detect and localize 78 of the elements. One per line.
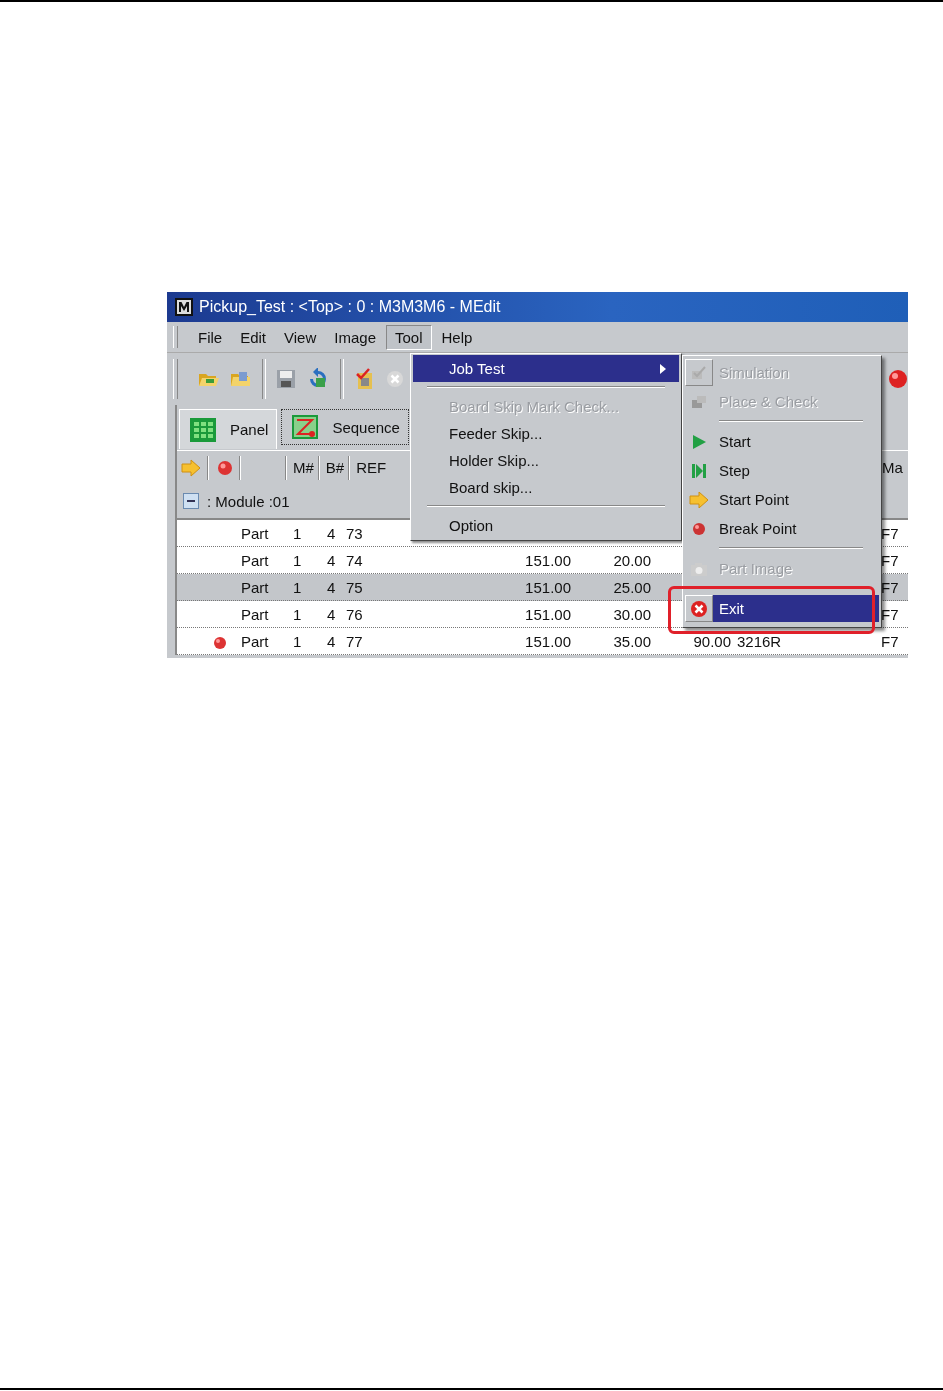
table-cell-text: 4 [327,578,337,596]
menu-item[interactable]: Start [685,427,879,456]
table-cell: 151.00 [525,578,571,596]
window-title: Pickup_Test : <Top> : 0 : M3M3M6 - MEdit [199,298,501,316]
exit-icon [690,599,708,618]
place-icon [690,393,708,410]
menu-item[interactable]: Help [433,325,481,349]
menu-item[interactable]: File [190,325,231,349]
step-icon [690,462,708,479]
camera-icon [690,560,708,577]
table-cell-text: 1 [293,632,303,650]
table-cell-text: 76 [346,605,364,623]
tab[interactable]: Panel [179,409,278,449]
table-cell: 35.00 [613,632,651,650]
folder-icon[interactable] [230,369,252,389]
break-point-icon [691,520,707,537]
submenu-arrow-icon [659,363,667,374]
table-cell: 25.00 [613,578,651,596]
app-logo-icon [175,298,193,316]
menu-item[interactable]: Board skip... [413,474,679,501]
group-label: : Module :01 [207,492,290,510]
tab[interactable]: Sequence [281,409,409,445]
table-cell: 3216R [737,632,782,650]
table-cell-text: Part [241,524,270,542]
menu-item[interactable]: Step [685,456,879,485]
column-header: B# [324,459,346,476]
column-header: M# [292,459,315,476]
menu-item[interactable]: Holder Skip... [413,447,679,474]
arrow-icon [181,458,201,477]
menu-item[interactable]: Break Point [685,514,879,543]
break-point-icon [213,636,227,650]
menu-item[interactable]: Image [326,325,384,349]
table-cell-text: 4 [327,524,337,542]
table-cell: 20.00 [613,551,651,569]
table-cell-text: F7 [881,632,900,650]
table-cell-text: 77 [346,632,364,650]
sequence-icon [292,415,319,439]
table-cell-text: F7 [881,551,900,569]
menu-item[interactable]: Start Point [685,485,879,514]
collapse-icon[interactable] [183,493,199,509]
break-point-icon [217,459,233,476]
break-point-icon[interactable] [888,369,908,389]
table-cell-text: 1 [293,551,303,569]
table-cell-text: Part [241,632,270,650]
close-icon[interactable] [386,370,404,388]
table-cell: 151.00 [525,605,571,623]
table-cell-text: 4 [327,632,337,650]
table-row[interactable]: Part 1 4 77 151.00 35.00 90.00 3216R F7 [177,628,908,655]
menu-item[interactable]: Option [413,512,679,539]
arrow-icon [689,491,709,508]
column-header: REF [355,459,388,476]
table-cell-text: Part [241,578,270,596]
table-cell: 151.00 [525,632,571,650]
table-cell: 151.00 [525,551,571,569]
grid-icon [190,417,216,442]
table-cell-text: 74 [346,551,364,569]
simulation-icon [690,364,708,381]
menu-item[interactable]: Job Test [413,355,679,382]
table-cell-text: 1 [293,605,303,623]
table-cell-text: Part [241,605,270,623]
menu-item[interactable]: View [276,325,325,349]
table-cell-text: 1 [293,578,303,596]
save-icon[interactable] [276,369,296,389]
table-cell-text: F7 [881,605,900,623]
table-cell: 30.00 [613,605,651,623]
table-cell-text: 73 [346,524,364,542]
menu-item[interactable]: Feeder Skip... [413,420,679,447]
column-header: Ma [882,459,903,476]
table-cell-text: F7 [881,524,900,542]
table-cell-text: F7 [881,578,900,596]
table-cell-text: 75 [346,578,364,596]
table-cell-text: 4 [327,551,337,569]
table-cell-text: 4 [327,605,337,623]
table-cell: 90.00 [693,632,731,650]
menu-item[interactable]: Edit [232,325,275,349]
table-cell-text: 1 [293,524,303,542]
table-cell-text: Part [241,551,270,569]
menu-item[interactable]: Tool [386,324,432,350]
